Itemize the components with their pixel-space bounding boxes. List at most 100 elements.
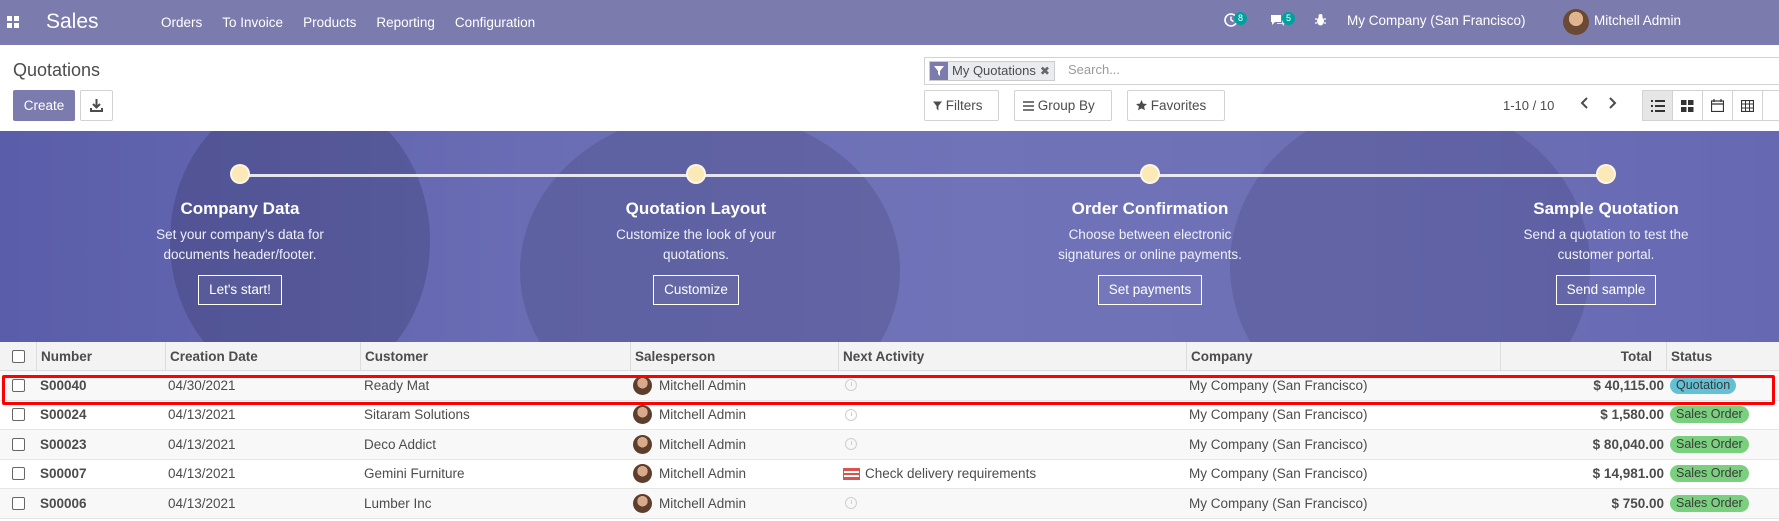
menu-products[interactable]: Products <box>303 15 356 30</box>
filter-icon <box>933 101 942 111</box>
total: $ 40,115.00 <box>1593 377 1664 393</box>
salesperson-avatar <box>633 434 652 454</box>
set-payments-button[interactable]: Set payments <box>1097 275 1203 305</box>
row-checkbox[interactable] <box>12 401 25 430</box>
step-quotation-layout: Quotation Layout Customize the look of y… <box>546 199 846 305</box>
activity-clock-icon[interactable] <box>845 438 857 451</box>
pager-previous-icon[interactable] <box>1580 96 1590 113</box>
list-view-icon[interactable] <box>1642 90 1673 121</box>
activity-clock-icon[interactable] <box>845 497 857 510</box>
send-sample-button[interactable]: Send sample <box>1555 275 1657 305</box>
export-button[interactable] <box>80 90 113 121</box>
search-facet[interactable]: My Quotations ✖ <box>929 61 1055 81</box>
next-activity[interactable] <box>845 489 857 518</box>
step-dot <box>1596 164 1616 184</box>
step-dot <box>230 164 250 184</box>
search-bar[interactable]: My Quotations ✖ <box>924 57 1779 85</box>
lets-start-button[interactable]: Let's start! <box>198 275 282 305</box>
user-menu[interactable]: Mitchell Admin <box>1594 13 1681 28</box>
progress-line <box>240 174 1606 177</box>
header-creation-date[interactable]: Creation Date <box>165 342 361 370</box>
step-title: Quotation Layout <box>625 199 767 218</box>
company-switcher[interactable]: My Company (San Francisco) <box>1347 13 1526 28</box>
next-activity[interactable] <box>845 430 857 459</box>
salesperson-avatar <box>633 405 652 425</box>
apps-menu-icon[interactable] <box>7 16 19 28</box>
graph-view-icon[interactable] <box>1762 90 1779 121</box>
activity-clock-icon[interactable] <box>845 379 857 392</box>
header-status[interactable]: Status <box>1666 342 1779 370</box>
customer: Ready Mat <box>364 377 430 393</box>
menu-reporting[interactable]: Reporting <box>376 15 435 30</box>
customer: Deco Addict <box>364 436 437 452</box>
company: My Company (San Francisco) <box>1189 436 1368 452</box>
search-input[interactable] <box>1068 62 1748 77</box>
step-description: Set your company's data for documents hea… <box>156 227 324 262</box>
header-number[interactable]: Number <box>36 342 166 370</box>
facet-remove-icon[interactable]: ✖ <box>1039 62 1054 80</box>
total: $ 14,981.00 <box>1592 466 1664 482</box>
creation-date: 04/13/2021 <box>168 495 236 511</box>
user-avatar[interactable] <box>1563 9 1589 35</box>
order-number: S00040 <box>40 377 87 393</box>
step-description: Send a quotation to test the customer por… <box>1523 227 1689 262</box>
header-total[interactable]: Total <box>1500 342 1668 370</box>
header-next-activity[interactable]: Next Activity <box>838 342 1188 370</box>
filters-label: Filters <box>945 98 983 113</box>
row-checkbox[interactable] <box>12 489 25 518</box>
page-title: Quotations <box>13 60 101 80</box>
creation-date: 04/13/2021 <box>168 436 236 452</box>
group-by-button[interactable]: Group By <box>1014 90 1112 121</box>
header-customer[interactable]: Customer <box>360 342 632 370</box>
pivot-view-icon[interactable] <box>1732 90 1763 121</box>
total: $ 750.00 <box>1611 495 1664 511</box>
kanban-view-icon[interactable] <box>1672 90 1703 121</box>
next-activity[interactable] <box>845 401 857 430</box>
filters-button[interactable]: Filters <box>924 90 999 121</box>
calendar-view-icon[interactable] <box>1702 90 1733 121</box>
salesperson-avatar <box>633 464 652 484</box>
step-description: Choose between electronic signatures or o… <box>1058 227 1242 262</box>
header-salesperson[interactable]: Salesperson <box>630 342 840 370</box>
pager-next-icon[interactable] <box>1607 96 1617 113</box>
select-all-checkbox[interactable] <box>12 342 25 370</box>
messaging-button[interactable]: 5 <box>1270 12 1296 30</box>
activity-clock-icon[interactable] <box>845 408 857 421</box>
menu-orders[interactable]: Orders <box>161 15 202 30</box>
customize-button[interactable]: Customize <box>653 275 739 305</box>
pager-value[interactable]: 1-10 / 10 <box>1503 98 1554 113</box>
favorites-button[interactable]: Favorites <box>1127 90 1225 121</box>
create-button[interactable]: Create <box>13 90 75 121</box>
table-row[interactable]: S00023 04/13/2021 Deco Addict Mitchell A… <box>0 430 1779 460</box>
row-checkbox[interactable] <box>12 460 25 489</box>
download-icon <box>90 99 103 112</box>
menu-configuration[interactable]: Configuration <box>455 15 535 30</box>
salesperson: Mitchell Admin <box>633 460 746 489</box>
header-company[interactable]: Company <box>1186 342 1502 370</box>
activity-todo-icon[interactable] <box>843 467 860 480</box>
status-badge: Sales Order <box>1670 401 1749 430</box>
table-row[interactable]: S00024 04/13/2021 Sitaram Solutions Mitc… <box>0 401 1779 430</box>
company: My Company (San Francisco) <box>1189 466 1368 482</box>
salesperson: Mitchell Admin <box>633 371 746 400</box>
table-header: Number Creation Date Customer Salesperso… <box>0 342 1779 371</box>
menu-to-invoice[interactable]: To Invoice <box>222 15 283 30</box>
company: My Company (San Francisco) <box>1189 495 1368 511</box>
quotations-table: Number Creation Date Customer Salesperso… <box>0 342 1779 519</box>
row-checkbox[interactable] <box>12 430 25 459</box>
message-count-badge: 5 <box>1282 12 1296 25</box>
filter-icon <box>930 62 948 80</box>
bars-icon <box>1023 101 1034 111</box>
main-menu: Orders To Invoice Products Reporting Con… <box>161 15 555 30</box>
step-description: Customize the look of your quotations. <box>616 227 776 262</box>
next-activity[interactable]: Check delivery requirements <box>843 460 1036 489</box>
row-checkbox[interactable] <box>12 371 25 400</box>
activity-button[interactable]: 8 <box>1224 12 1248 30</box>
table-row[interactable]: S00006 04/13/2021 Lumber Inc Mitchell Ad… <box>0 489 1779 519</box>
app-name[interactable]: Sales <box>46 10 99 34</box>
table-row[interactable]: S00040 04/30/2021 Ready Mat Mitchell Adm… <box>0 371 1779 401</box>
star-icon <box>1136 100 1147 111</box>
debug-button[interactable] <box>1314 13 1327 30</box>
table-row[interactable]: S00007 04/13/2021 Gemini Furniture Mitch… <box>0 460 1779 489</box>
next-activity[interactable] <box>845 371 857 400</box>
